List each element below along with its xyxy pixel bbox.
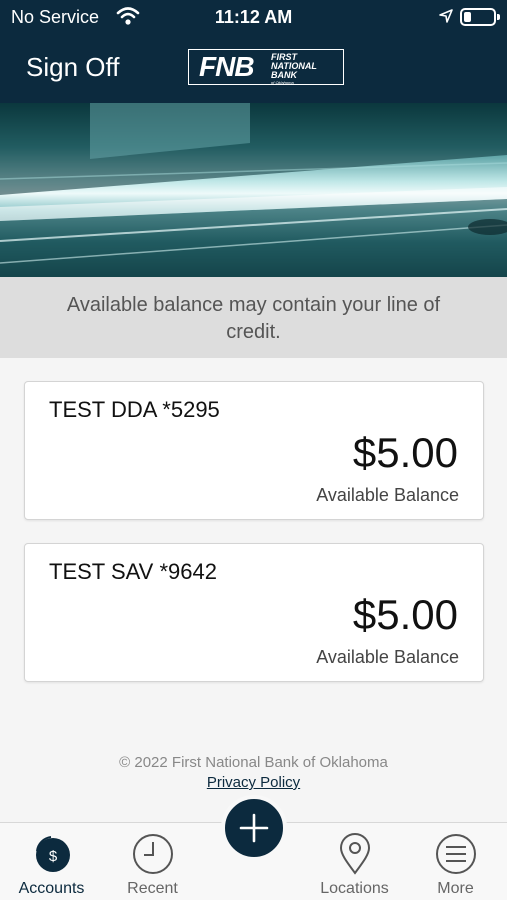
logo-line: of Oklahoma	[271, 80, 294, 85]
status-bar: No Service 11:12 AM	[0, 0, 507, 36]
account-balance: $5.00	[352, 591, 458, 638]
tab-label: More	[437, 880, 474, 897]
menu-icon	[436, 834, 476, 874]
balance-label: Available Balance	[316, 485, 459, 505]
logo-line: BANK	[271, 70, 297, 80]
bank-logo: FNB FIRST NATIONAL BANK of Oklahoma	[188, 49, 344, 85]
page-footer: © 2022 First National Bank of Oklahoma P…	[0, 754, 507, 791]
logo-wordmark: FIRST NATIONAL BANK of Oklahoma	[271, 53, 317, 86]
tab-accounts[interactable]: $ Accounts	[1, 823, 102, 900]
location-pin-icon	[339, 833, 371, 875]
tab-label: Accounts	[18, 880, 85, 897]
status-time: 11:12 AM	[214, 7, 293, 27]
account-card[interactable]: TEST SAV *9642 $5.00 Available Balance	[24, 543, 484, 682]
location-arrow-icon	[439, 9, 453, 23]
account-card[interactable]: TEST DDA *5295 $5.00 Available Balance	[24, 381, 484, 520]
account-balance: $5.00	[352, 429, 458, 476]
plus-icon	[239, 813, 269, 843]
account-name: TEST DDA *5295	[49, 397, 220, 422]
battery-icon	[460, 8, 500, 26]
logo-mark: FNB	[199, 51, 255, 82]
tab-recent[interactable]: Recent	[102, 823, 203, 900]
sign-off-button[interactable]: Sign Off	[26, 52, 119, 83]
clock-icon	[133, 834, 173, 874]
hero-banner-image	[0, 103, 507, 277]
tab-more[interactable]: More	[405, 823, 506, 900]
account-name: TEST SAV *9642	[49, 559, 217, 584]
svg-text:$: $	[49, 848, 58, 865]
privacy-policy-link[interactable]: Privacy Policy	[0, 774, 507, 791]
add-button[interactable]	[221, 795, 287, 861]
copyright-text: © 2022 First National Bank of Oklahoma	[119, 754, 388, 771]
motion-blur-road-graphic	[0, 103, 507, 277]
balance-label: Available Balance	[316, 647, 459, 667]
tab-locations[interactable]: Locations	[304, 823, 405, 900]
app-header: No Service 11:12 AM Sign Off FNB FIRST N…	[0, 0, 507, 103]
accounts-icon: $	[36, 836, 70, 872]
tab-label: Recent	[127, 880, 178, 897]
credit-line-notice: Available balance may contain your line …	[0, 277, 507, 358]
tab-label: Locations	[320, 880, 389, 897]
